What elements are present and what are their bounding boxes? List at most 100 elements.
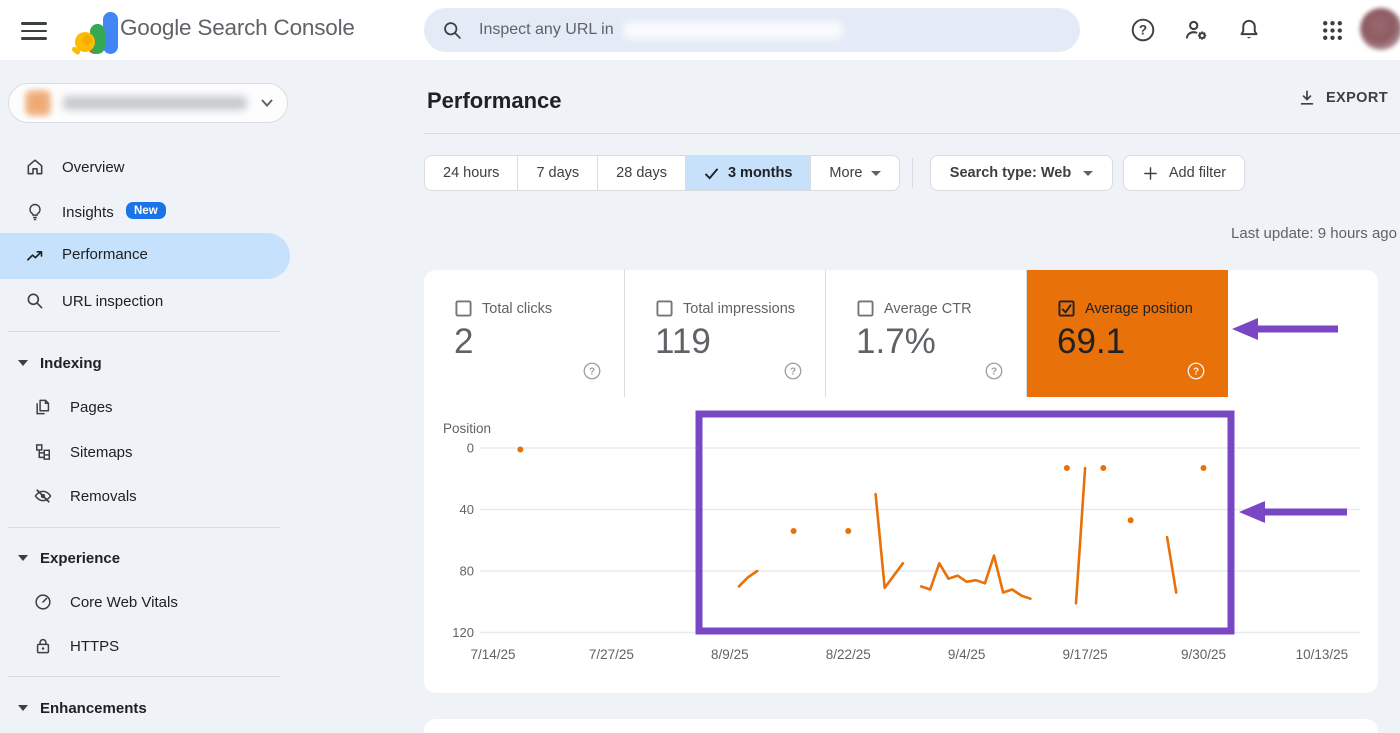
download-icon (1297, 88, 1317, 108)
sidebar-item-label: Insights (62, 204, 114, 221)
sidebar-item-label: HTTPS (70, 638, 119, 655)
sidebar-item-overview[interactable]: Overview (0, 149, 290, 185)
search-icon (442, 20, 463, 41)
svg-text:80: 80 (460, 564, 474, 579)
search-placeholder: Inspect any URL in (479, 21, 614, 39)
collapse-caret-icon (18, 705, 28, 711)
search-console-logo-icon (70, 6, 122, 56)
svg-text:Position: Position (443, 421, 491, 436)
metric-label: Total clicks (482, 301, 552, 317)
sidebar-item-pages[interactable]: Pages (0, 389, 290, 425)
metric-label: Average position (1085, 301, 1193, 317)
sidebar-item-url-inspection[interactable]: URL inspection (0, 283, 290, 319)
range-28-days-button[interactable]: 28 days (597, 156, 685, 190)
user-settings-icon[interactable] (1181, 15, 1211, 45)
property-selector[interactable] (8, 83, 288, 123)
svg-text:?: ? (1193, 367, 1199, 378)
metric-average-position[interactable]: Average position 69.1 ? (1027, 270, 1228, 397)
help-icon[interactable]: ? (582, 361, 602, 381)
collapse-caret-icon (18, 360, 28, 366)
sidebar-item-label: URL inspection (62, 293, 163, 310)
eye-off-icon (33, 486, 53, 506)
sidebar-item-core-web-vitals[interactable]: Core Web Vitals (0, 584, 290, 620)
sidebar-item-label: Overview (62, 159, 125, 176)
svg-text:8/9/25: 8/9/25 (711, 647, 749, 662)
top-bar: Google Search Console Inspect any URL in… (0, 0, 1400, 60)
export-button[interactable]: EXPORT (1297, 88, 1388, 108)
sidebar-item-label: Pages (70, 399, 113, 416)
metric-value: 69.1 (1057, 322, 1125, 362)
add-filter-button[interactable]: Add filter (1123, 155, 1245, 191)
notifications-bell-icon[interactable] (1234, 15, 1264, 45)
google-search-console-app: Google Search Console Inspect any URL in… (0, 0, 1400, 733)
sidebar-item-sitemaps[interactable]: Sitemaps (0, 434, 290, 470)
sidebar-divider (8, 676, 280, 677)
filter-separator (912, 158, 913, 188)
chevron-down-icon (261, 99, 273, 107)
metric-value: 119 (655, 322, 711, 362)
svg-text:9/17/25: 9/17/25 (1063, 647, 1108, 662)
svg-text:9/4/25: 9/4/25 (948, 647, 986, 662)
pages-icon (33, 397, 53, 417)
checkbox-unchecked-icon[interactable] (656, 300, 673, 317)
svg-text:?: ? (1139, 23, 1147, 38)
sidebar-section-enhancements[interactable]: Enhancements (0, 692, 290, 724)
metric-average-ctr[interactable]: Average CTR 1.7% ? (826, 270, 1027, 397)
home-icon (25, 157, 45, 177)
metric-value: 1.7% (856, 322, 936, 362)
more-ranges-button[interactable]: More (810, 156, 899, 190)
help-icon[interactable]: ? (1186, 361, 1206, 381)
sidebar-item-insights[interactable]: Insights New (0, 194, 290, 230)
range-7-days-button[interactable]: 7 days (517, 156, 597, 190)
svg-text:120: 120 (452, 625, 474, 640)
sidebar-item-removals[interactable]: Removals (0, 478, 290, 514)
gauge-icon (33, 592, 53, 612)
blurred-property-url (624, 22, 842, 39)
svg-text:?: ? (991, 367, 997, 378)
sidebar: Overview Insights New Performance URL (0, 60, 300, 733)
metric-total-impressions[interactable]: Total impressions 119 ? (625, 270, 826, 397)
checkbox-unchecked-icon[interactable] (455, 300, 472, 317)
sidebar-item-label: Performance (62, 246, 148, 263)
range-3-months-button[interactable]: 3 months (685, 156, 810, 190)
position-chart[interactable]: 04080120Position7/14/257/27/258/9/258/22… (424, 397, 1378, 693)
avatar[interactable] (1360, 8, 1400, 50)
section-label: Experience (40, 550, 120, 567)
url-inspection-search-bar[interactable]: Inspect any URL in (424, 8, 1080, 52)
search-type-dropdown[interactable]: Search type: Web (930, 155, 1113, 191)
svg-text:8/22/25: 8/22/25 (826, 647, 871, 662)
google-apps-grid-icon[interactable] (1317, 15, 1347, 45)
search-icon (25, 291, 45, 311)
checkbox-checked-icon[interactable] (1058, 300, 1075, 317)
sidebar-item-https[interactable]: HTTPS (0, 628, 290, 664)
checkbox-unchecked-icon[interactable] (857, 300, 874, 317)
new-badge: New (126, 202, 166, 219)
metrics-row: Total clicks 2 ? Total impressions 119 ? (424, 270, 1378, 397)
collapse-caret-icon (18, 555, 28, 561)
svg-text:?: ? (589, 367, 595, 378)
sidebar-item-performance[interactable]: Performance (0, 233, 290, 279)
sidebar-section-experience[interactable]: Experience (0, 542, 290, 574)
sidebar-item-label: Sitemaps (70, 444, 133, 461)
help-icon[interactable]: ? (783, 361, 803, 381)
check-icon (704, 167, 719, 180)
next-card-edge (424, 719, 1378, 733)
chevron-down-icon (1083, 171, 1093, 176)
range-label: 3 months (728, 165, 792, 181)
help-icon[interactable]: ? (984, 361, 1004, 381)
blurred-property-name (63, 96, 247, 110)
metric-total-clicks[interactable]: Total clicks 2 ? (424, 270, 625, 397)
more-label: More (829, 165, 862, 181)
sitemap-tree-icon (33, 442, 53, 462)
svg-text:9/30/25: 9/30/25 (1181, 647, 1226, 662)
section-label: Indexing (40, 355, 102, 372)
range-24-hours-button[interactable]: 24 hours (425, 156, 517, 190)
chevron-down-icon (871, 171, 881, 176)
date-range-segmented-control: 24 hours 7 days 28 days 3 months More (424, 155, 900, 191)
svg-text:7/14/25: 7/14/25 (470, 647, 515, 662)
lightbulb-icon (25, 202, 45, 222)
page-title: Performance (427, 88, 562, 114)
hamburger-menu-icon[interactable] (21, 17, 49, 43)
help-icon[interactable]: ? (1128, 15, 1158, 45)
sidebar-section-indexing[interactable]: Indexing (0, 347, 290, 379)
